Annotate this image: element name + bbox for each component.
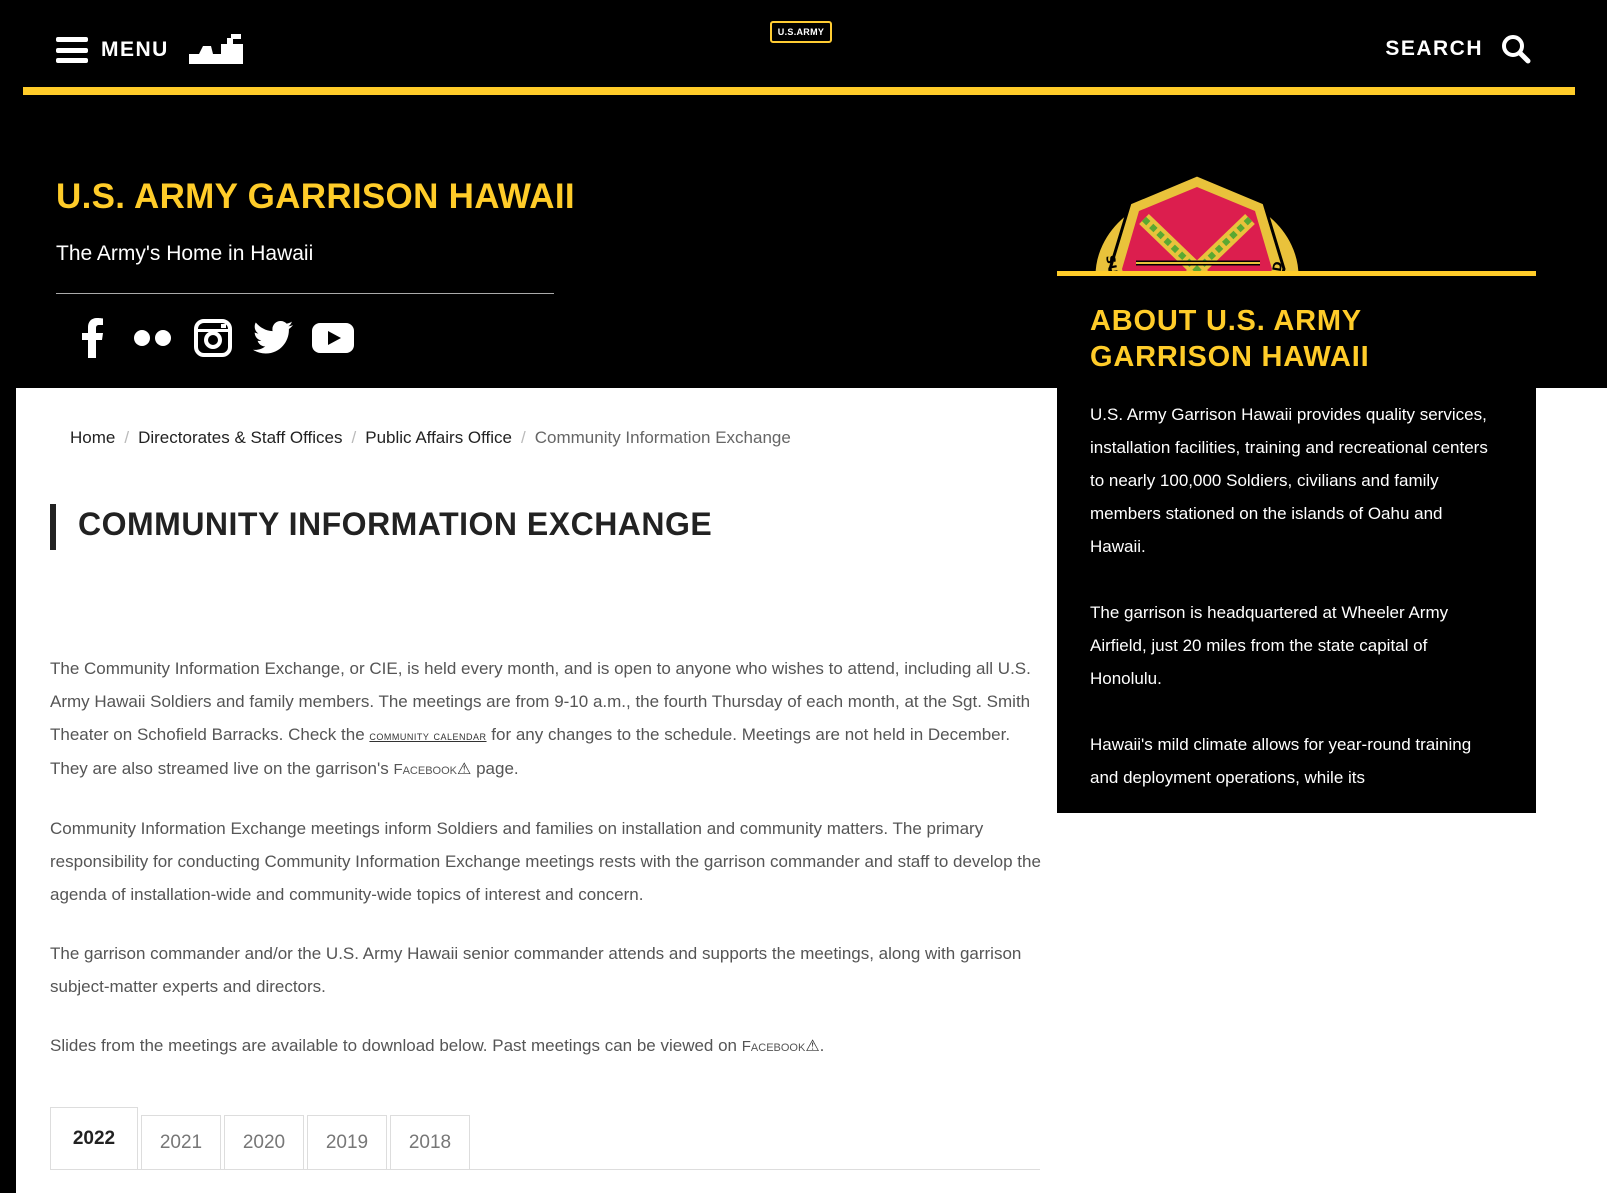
facebook-icon[interactable]	[72, 317, 114, 359]
breadcrumb-separator: /	[351, 428, 357, 447]
site-subtitle: The Army's Home in Hawaii	[56, 242, 314, 265]
breadcrumb-separator: /	[124, 428, 130, 447]
search-button[interactable]: SEARCH	[1385, 34, 1531, 64]
paragraph-text: Slides from the meetings are available t…	[50, 1036, 738, 1055]
breadcrumb-home[interactable]: Home	[70, 428, 115, 448]
installations-icon	[188, 34, 243, 64]
menu-button[interactable]: MENU	[56, 34, 245, 66]
social-links	[72, 317, 354, 359]
paragraph-text: page.	[476, 759, 519, 778]
tab-2020[interactable]: 2020	[224, 1115, 304, 1169]
article-body: The Community Information Exchange, or C…	[50, 652, 1050, 1089]
facebook-link[interactable]: Facebook	[742, 1038, 806, 1055]
tab-2019[interactable]: 2019	[307, 1115, 387, 1169]
breadcrumb-directorates[interactable]: Directorates & Staff Offices	[138, 428, 342, 448]
top-navigation: MENU U.S.ARMY SEARCH	[8, 8, 1607, 88]
paragraph: U.S. Army Garrison Hawaii provides quali…	[1090, 405, 1488, 556]
breadcrumb-current: Community Information Exchange	[534, 428, 791, 447]
paragraph: The garrison commander and/or the U.S. A…	[50, 944, 1022, 996]
paragraph: Hawaii's mild climate allows for year-ro…	[1090, 735, 1472, 787]
external-link-warning-icon: ⚠	[805, 1038, 820, 1055]
flickr-icon[interactable]	[132, 317, 174, 359]
us-army-logo[interactable]: U.S.ARMY	[770, 21, 832, 43]
divider	[56, 293, 554, 294]
external-link-warning-icon: ⚠	[457, 761, 472, 778]
page-title: COMMUNITY INFORMATION EXCHANGE	[50, 504, 712, 550]
paragraph-text: .	[819, 1036, 825, 1055]
youtube-icon[interactable]	[312, 317, 354, 359]
tab-2018[interactable]: 2018	[390, 1115, 470, 1169]
about-body: U.S. Army Garrison Hawaii provides quali…	[1090, 398, 1495, 827]
community-calendar-link[interactable]: community calendar	[369, 728, 486, 743]
paragraph: Slides from the meetings are available t…	[50, 1029, 1050, 1063]
nav-accent-bar	[23, 87, 1575, 95]
search-icon	[1502, 35, 1531, 64]
breadcrumb-separator: /	[521, 428, 526, 447]
paragraph: The Community Information Exchange, or C…	[50, 652, 1050, 786]
facebook-link[interactable]: Facebook	[393, 761, 457, 778]
page-frame: MENU U.S.ARMY SEARCH U.S. ARMY GARRISON …	[8, 8, 1607, 1193]
about-title: ABOUT U.S. ARMY GARRISON HAWAII	[1090, 305, 1370, 373]
search-label: SEARCH	[1385, 37, 1483, 60]
site-title[interactable]: U.S. ARMY GARRISON HAWAII	[56, 177, 575, 217]
paragraph: Community Information Exchange meetings …	[50, 819, 1041, 904]
year-tabs: 2022 2021 2020 2019 2018	[50, 1107, 1040, 1170]
twitter-icon[interactable]	[252, 317, 294, 359]
breadcrumb-public-affairs[interactable]: Public Affairs Office	[365, 428, 512, 448]
tab-2021[interactable]: 2021	[141, 1115, 221, 1169]
paragraph: The garrison is headquartered at Wheeler…	[1090, 603, 1449, 688]
menu-label: MENU	[101, 38, 169, 61]
about-sidebar: ABOUT U.S. ARMY GARRISON HAWAII U.S. Arm…	[1057, 271, 1536, 813]
hamburger-icon	[56, 37, 88, 63]
instagram-icon[interactable]	[192, 317, 234, 359]
tab-2022[interactable]: 2022	[50, 1107, 138, 1169]
breadcrumb: Home / Directorates & Staff Offices / Pu…	[70, 428, 791, 448]
